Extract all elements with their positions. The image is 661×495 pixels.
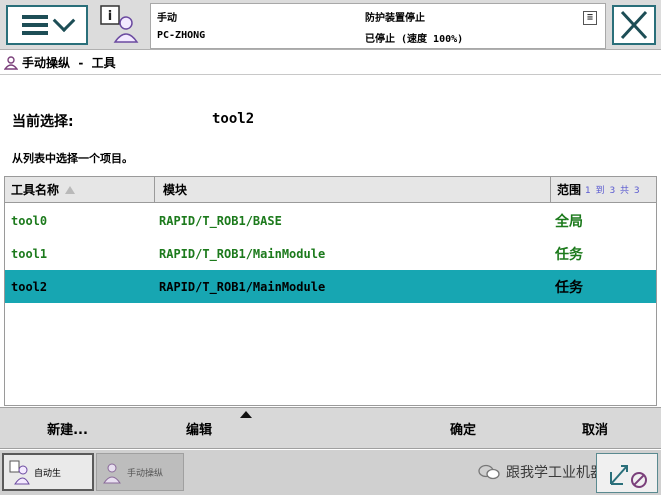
svg-text:i: i	[108, 9, 112, 24]
column-header-name[interactable]: 工具名称	[5, 177, 155, 202]
page-title: 手动操纵 - 工具	[22, 56, 116, 70]
task-auto-production[interactable]: 自动生	[2, 453, 94, 491]
table-row-selected[interactable]: tool2 RAPID/T_ROB1/MainModule 任务	[5, 270, 656, 303]
table-row[interactable]: tool1 RAPID/T_ROB1/MainModule 任务	[5, 237, 656, 270]
quickset-icon	[610, 465, 647, 488]
menu-up-arrow-icon	[240, 411, 252, 418]
command-bar: 新建... 编辑 确定 取消	[0, 407, 661, 449]
current-selection-label: 当前选择:	[12, 114, 74, 130]
tool-table: 工具名称 模块 范围 1 到 3 共 3 tool0 RAPID/T_ROB1/…	[4, 176, 657, 406]
task-jog-label: 手动操纵	[127, 468, 164, 479]
task-bar: 自动生 手动操纵 跟我学工业机器人	[0, 450, 661, 495]
operating-mode: 手动	[157, 13, 177, 24]
column-header-module-label: 模块	[163, 183, 188, 197]
breadcrumb: 手动操纵 - 工具	[0, 51, 661, 75]
info-operator-icon: i	[100, 5, 139, 43]
auto-production-icon	[9, 460, 30, 485]
column-header-scope[interactable]: 范围 1 到 3 共 3	[551, 177, 656, 202]
table-row[interactable]: tool0 RAPID/T_ROB1/BASE 全局	[5, 204, 656, 237]
run-state: 已停止 (速度 100%)	[365, 34, 464, 45]
instruction-text: 从列表中选择一个项目。	[12, 152, 133, 165]
ok-button[interactable]: 确定	[397, 408, 529, 449]
event-log-button[interactable]: i	[98, 4, 142, 46]
status-panel[interactable]: 手动 PC-ZHONG 防护装置停止 已停止 (速度 100%) ≡	[150, 3, 606, 49]
cell-module: RAPID/T_ROB1/BASE	[159, 213, 282, 228]
top-bar: i 手动 PC-ZHONG 防护装置停止 已停止 (速度 100%) ≡	[0, 0, 661, 50]
current-selection-value: tool2	[212, 111, 255, 127]
new-button[interactable]: 新建...	[0, 408, 135, 449]
column-header-module[interactable]: 模块	[155, 177, 551, 202]
status-flag-icon: ≡	[583, 11, 597, 25]
cancel-button[interactable]: 取消	[529, 408, 661, 449]
controller-name: PC-ZHONG	[157, 30, 206, 41]
cell-tool-name: tool0	[11, 213, 48, 228]
cell-tool-name: tool1	[11, 246, 48, 261]
pager-text: 1 到 3 共 3	[585, 186, 641, 196]
cell-scope: 任务	[555, 279, 583, 296]
jogging-task-icon	[103, 463, 121, 484]
cell-module: RAPID/T_ROB1/MainModule	[159, 246, 326, 261]
wechat-icon	[478, 464, 500, 480]
column-header-scope-label: 范围	[557, 183, 582, 197]
sort-ascending-icon	[65, 185, 76, 194]
table-header: 工具名称 模块 范围 1 到 3 共 3	[5, 177, 656, 203]
hamburger-icon	[22, 15, 48, 35]
safety-state: 防护装置停止	[365, 13, 425, 24]
quickset-button[interactable]	[596, 453, 658, 493]
task-jogging[interactable]: 手动操纵	[96, 453, 184, 491]
cell-scope: 全局	[555, 213, 583, 230]
cell-module: RAPID/T_ROB1/MainModule	[159, 279, 326, 294]
jogging-icon	[4, 55, 18, 70]
cell-tool-name: tool2	[11, 279, 48, 294]
close-icon	[620, 10, 648, 40]
chevron-down-icon	[52, 9, 76, 33]
column-header-name-label: 工具名称	[11, 183, 60, 197]
main-menu-button[interactable]	[6, 5, 88, 45]
cell-scope: 任务	[555, 246, 583, 263]
task-auto-label: 自动生	[34, 468, 62, 479]
close-button[interactable]	[612, 5, 656, 45]
